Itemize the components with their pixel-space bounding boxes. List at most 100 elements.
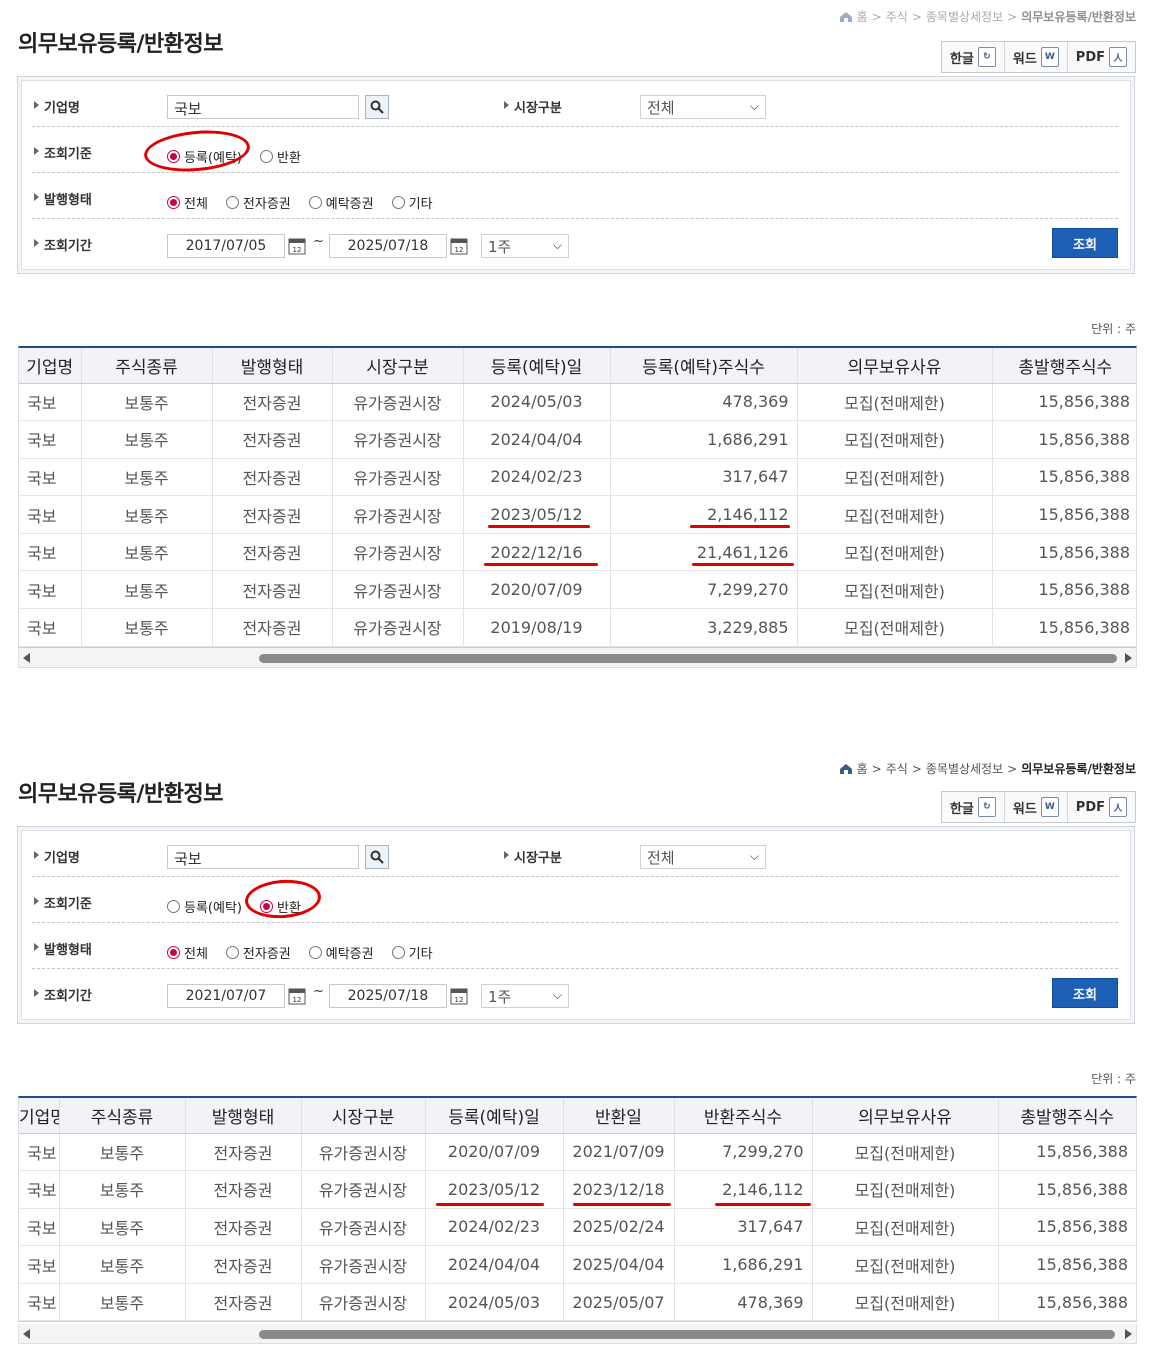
breadcrumb-item[interactable]: 주식 bbox=[886, 760, 908, 777]
table-cell: 15,856,388 bbox=[992, 495, 1136, 534]
table-row[interactable]: 국보 보통주 전자증권 유가증권시장 2024/02/23 2025/02/24 317,6… bbox=[19, 1208, 1136, 1247]
radio-registration[interactable]: 등록(예탁) bbox=[167, 897, 242, 916]
radio-type-electronic[interactable]: 전자증권 bbox=[225, 943, 291, 962]
radio-type-deposit[interactable]: 예탁증권 bbox=[308, 943, 374, 962]
chevron-down-icon: ⌵ bbox=[552, 238, 562, 252]
export-word-button[interactable]: 워드 W bbox=[1005, 42, 1068, 72]
table-cell: 보통주 bbox=[81, 533, 213, 572]
table-cell: 전자증권 bbox=[185, 1245, 302, 1284]
label-type: 발행형태 bbox=[32, 189, 92, 208]
page-title: 의무보유등록/반환정보 bbox=[18, 32, 223, 57]
table-cell: 보통주 bbox=[81, 608, 213, 647]
svg-text:12: 12 bbox=[455, 996, 464, 1004]
radio-type-all[interactable]: 전체 bbox=[167, 193, 208, 212]
table-cell: 보통주 bbox=[59, 1170, 186, 1209]
date-from-input[interactable]: 2021/07/07 bbox=[167, 984, 285, 1008]
table-row[interactable]: 국보 보통주 전자증권 유가증권시장 2020/07/09 7,299,270 모집(전매제… bbox=[19, 570, 1136, 610]
unit-label: 단위 : 주 bbox=[1091, 1072, 1136, 1086]
radio-type-all[interactable]: 전체 bbox=[167, 943, 208, 962]
table-row[interactable]: 국보 보통주 전자증권 유가증권시장 2020/07/09 2021/07/09 7,299… bbox=[19, 1133, 1136, 1172]
table-cell: 보통주 bbox=[81, 383, 213, 422]
table-cell: 15,856,388 bbox=[998, 1133, 1136, 1172]
table-cell: 국보 bbox=[19, 495, 82, 534]
calendar-icon[interactable]: 12 bbox=[287, 986, 307, 1006]
page-title: 의무보유등록/반환정보 bbox=[18, 782, 223, 807]
export-word-button[interactable]: 워드 W bbox=[1005, 792, 1068, 822]
export-pdf-button[interactable]: PDF 人 bbox=[1068, 792, 1135, 822]
column-header: 총발행주식수 bbox=[992, 348, 1136, 384]
table-cell: 유가증권시장 bbox=[301, 1283, 426, 1322]
radio-return[interactable]: 반환 bbox=[259, 147, 301, 166]
breadcrumb-item[interactable]: 종목별상세정보 bbox=[926, 760, 1003, 777]
horizontal-scrollbar[interactable] bbox=[18, 1324, 1137, 1344]
scroll-right-arrow-icon[interactable] bbox=[1125, 1329, 1132, 1339]
table-cell: 2020/07/09 bbox=[463, 570, 611, 610]
table-cell: 2024/04/04 bbox=[463, 420, 611, 459]
market-select[interactable]: 전체 ⌵ bbox=[640, 845, 766, 869]
table-cell: 3,229,885 bbox=[610, 608, 798, 647]
table-row[interactable]: 국보 보통주 전자증권 유가증권시장 2024/04/04 1,686,291 모집(전매제… bbox=[19, 420, 1136, 459]
word-file-icon: W bbox=[1040, 47, 1059, 67]
radio-type-other[interactable]: 기타 bbox=[391, 943, 433, 962]
company-input[interactable]: 국보 bbox=[167, 845, 359, 869]
row-type: 발행형태 전체 전자증권 예탁증권 기타 bbox=[32, 923, 1118, 969]
horizontal-scrollbar[interactable] bbox=[18, 648, 1137, 668]
period-select[interactable]: 1주 ⌵ bbox=[481, 984, 569, 1008]
table-cell: 2024/05/03 bbox=[425, 1283, 564, 1322]
annotation-underline bbox=[692, 563, 794, 566]
export-pdf-button[interactable]: PDF 人 bbox=[1068, 42, 1135, 72]
table-cell: 317,647 bbox=[674, 1208, 813, 1247]
search-submit-button[interactable]: 조회 bbox=[1052, 228, 1118, 258]
scroll-right-arrow-icon[interactable] bbox=[1125, 653, 1132, 663]
table-row[interactable]: 국보 보통주 전자증권 유가증권시장 2024/05/03 478,369 모집(전매제한)… bbox=[19, 383, 1136, 422]
radio-type-electronic[interactable]: 전자증권 bbox=[225, 193, 291, 212]
scrollbar-thumb[interactable] bbox=[259, 1330, 1115, 1339]
table-cell: 유가증권시장 bbox=[332, 495, 464, 534]
export-hwp-button[interactable]: 한글 ↻ bbox=[942, 42, 1005, 72]
scrollbar-thumb[interactable] bbox=[259, 654, 1117, 663]
table-cell: 모집(전매제한) bbox=[812, 1170, 999, 1209]
table-row[interactable]: 국보 보통주 전자증권 유가증권시장 2024/05/03 2025/05/07 478,3… bbox=[19, 1283, 1136, 1322]
date-from-input[interactable]: 2017/07/05 bbox=[167, 234, 285, 258]
period-select[interactable]: 1주 ⌵ bbox=[481, 234, 569, 258]
pdf-file-icon: 人 bbox=[1109, 47, 1127, 67]
label-type: 발행형태 bbox=[32, 939, 92, 958]
calendar-icon[interactable]: 12 bbox=[449, 236, 469, 256]
table-cell: 2020/07/09 bbox=[425, 1133, 564, 1172]
table-cell: 국보 bbox=[19, 458, 82, 497]
table-row[interactable]: 국보 보통주 전자증권 유가증권시장 2019/08/19 3,229,885 모집(전매제… bbox=[19, 608, 1136, 647]
company-search-button[interactable] bbox=[365, 95, 389, 119]
table-row[interactable]: 국보 보통주 전자증권 유가증권시장 2024/02/23 317,647 모집(전매제한)… bbox=[19, 458, 1136, 497]
date-to-input[interactable]: 2025/07/18 bbox=[329, 234, 447, 258]
column-header: 반환일 bbox=[563, 1098, 675, 1134]
breadcrumb-current: 의무보유등록/반환정보 bbox=[1021, 10, 1136, 24]
search-submit-button[interactable]: 조회 bbox=[1052, 978, 1118, 1008]
radio-type-other[interactable]: 기타 bbox=[391, 193, 433, 212]
breadcrumb-item[interactable]: 종목별상세정보 bbox=[926, 8, 1003, 25]
table-cell: 전자증권 bbox=[212, 495, 333, 534]
company-input[interactable]: 국보 bbox=[167, 95, 359, 119]
table-cell: 국보 bbox=[19, 533, 82, 572]
breadcrumb-item[interactable]: 홈 bbox=[857, 760, 868, 777]
home-icon[interactable] bbox=[839, 763, 853, 775]
table-row[interactable]: 국보 보통주 전자증권 유가증권시장 2024/04/04 2025/04/04 1,686… bbox=[19, 1245, 1136, 1284]
scroll-left-arrow-icon[interactable] bbox=[23, 653, 30, 663]
row-company: 기업명 국보 시장구분 전체 ⌵ bbox=[32, 831, 1118, 877]
table-cell: 전자증권 bbox=[212, 420, 333, 459]
table-cell: 모집(전매제한) bbox=[797, 383, 993, 422]
company-search-button[interactable] bbox=[365, 845, 389, 869]
table-cell: 15,856,388 bbox=[998, 1208, 1136, 1247]
radio-type-deposit[interactable]: 예탁증권 bbox=[308, 193, 374, 212]
home-icon[interactable] bbox=[839, 11, 853, 23]
table-cell: 국보 bbox=[19, 383, 82, 422]
date-to-input[interactable]: 2025/07/18 bbox=[329, 984, 447, 1008]
breadcrumb-item[interactable]: 홈 bbox=[857, 8, 868, 25]
calendar-icon[interactable]: 12 bbox=[449, 986, 469, 1006]
annotation-underline bbox=[690, 525, 790, 528]
breadcrumb-item[interactable]: 주식 bbox=[886, 8, 908, 25]
calendar-icon[interactable]: 12 bbox=[287, 236, 307, 256]
market-select[interactable]: 전체 ⌵ bbox=[640, 95, 766, 119]
export-hwp-button[interactable]: 한글 ↻ bbox=[942, 792, 1005, 822]
scroll-left-arrow-icon[interactable] bbox=[23, 1329, 30, 1339]
column-header: 주식종류 bbox=[81, 348, 213, 384]
